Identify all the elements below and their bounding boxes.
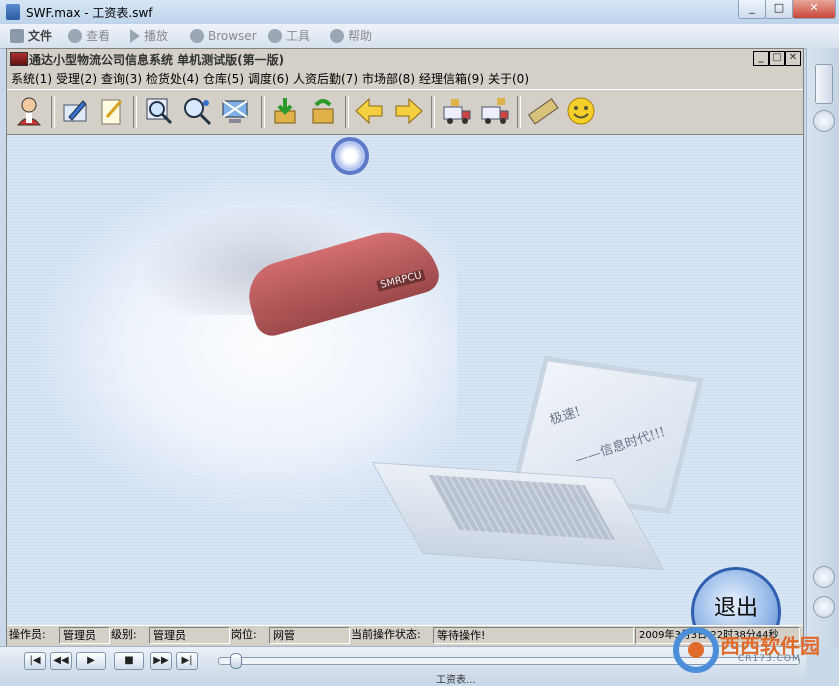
- menu-marketing[interactable]: 市场部(8): [362, 70, 415, 87]
- operator-label: 操作员:: [9, 628, 46, 641]
- rewind-button[interactable]: ◀◀: [50, 652, 72, 670]
- stop-button[interactable]: ■: [114, 652, 144, 670]
- download-box-icon[interactable]: [269, 95, 301, 127]
- menu-file[interactable]: 文件: [10, 28, 52, 44]
- menu-dispatch[interactable]: 调度(6): [248, 70, 289, 87]
- window-titlebar: SWF.max - 工资表.swf _ □ ✕: [0, 0, 839, 24]
- truck-app-icon: [10, 52, 28, 66]
- notepad-icon[interactable]: [95, 95, 127, 127]
- menu-tools[interactable]: 工具: [268, 28, 310, 44]
- truck-load-icon[interactable]: [441, 95, 473, 127]
- menu-accept[interactable]: 受理(2): [56, 70, 97, 87]
- operator-value: 管理员: [59, 627, 110, 644]
- toolbar-separator: [345, 96, 349, 128]
- smiley-icon[interactable]: [565, 95, 597, 127]
- menu-about[interactable]: 关于(0): [488, 70, 529, 87]
- app-window: 通达小型物流公司信息系统 单机测试版(第一版) _ □ ✕ 系统(1) 受理(2…: [6, 48, 804, 646]
- player-menu-toolbar: 文件 查看 播放 Browser 工具 帮助: [0, 24, 839, 49]
- app-toolbar: [7, 89, 803, 135]
- state-label: 当前操作状态:: [351, 628, 421, 641]
- truck-unload-icon[interactable]: [479, 95, 511, 127]
- seek-knob[interactable]: [230, 653, 242, 669]
- menu-query[interactable]: 查询(3): [101, 70, 142, 87]
- maximize-button[interactable]: □: [765, 0, 793, 19]
- main-canvas: SMRPCU 极速! ——信息时代!!! 退出: [7, 135, 803, 625]
- menu-manager-mailbox[interactable]: 经理信箱(9): [419, 70, 484, 87]
- menu-inspection[interactable]: 检货处(4): [146, 70, 199, 87]
- minimize-button[interactable]: _: [738, 0, 766, 19]
- toolbar-separator: [517, 96, 521, 128]
- menu-play[interactable]: 播放: [130, 28, 168, 44]
- network-monitor-icon[interactable]: [219, 95, 251, 127]
- exit-button[interactable]: 退出: [691, 567, 781, 625]
- cd-icon: [331, 137, 369, 175]
- browser-icon: [190, 29, 204, 43]
- toolbar-separator: [261, 96, 265, 128]
- menu-warehouse[interactable]: 仓库(5): [203, 70, 244, 87]
- app-minimize-button[interactable]: _: [753, 51, 769, 66]
- toolbar-separator: [431, 96, 435, 128]
- app-close-button[interactable]: ✕: [785, 51, 801, 66]
- toolbar-separator: [133, 96, 137, 128]
- fast-forward-button[interactable]: ▶▶: [150, 652, 172, 670]
- first-frame-button[interactable]: |◀: [24, 652, 46, 670]
- user-icon[interactable]: [13, 95, 45, 127]
- post-label: 岗位:: [231, 628, 257, 641]
- zoom-reset-icon[interactable]: [813, 110, 835, 132]
- search-people-icon[interactable]: [181, 95, 213, 127]
- back-arrow-icon[interactable]: [353, 95, 385, 127]
- last-frame-button[interactable]: ▶|: [176, 652, 198, 670]
- app-icon: [6, 4, 20, 20]
- app-menubar: 系统(1) 受理(2) 查询(3) 检货处(4) 仓库(5) 调度(6) 人资后…: [7, 68, 803, 88]
- forward-arrow-icon[interactable]: [393, 95, 425, 127]
- refresh-box-icon[interactable]: [307, 95, 339, 127]
- watermark-subtext: CR173.COM: [738, 654, 801, 664]
- state-value: 等待操作!: [433, 627, 634, 644]
- menu-browser[interactable]: Browser: [190, 28, 257, 44]
- app-title: 通达小型物流公司信息系统 单机测试版(第一版): [29, 53, 285, 67]
- toolbar-separator: [51, 96, 55, 128]
- view-icon: [68, 29, 82, 43]
- scrollbar-thumb[interactable]: [815, 64, 833, 104]
- menu-hr-logistics[interactable]: 人资后勤(7): [293, 70, 358, 87]
- menu-view[interactable]: 查看: [68, 28, 110, 44]
- window-title: SWF.max - 工资表.swf: [26, 6, 153, 20]
- magnifier-icon[interactable]: [143, 95, 175, 127]
- scroll-down-icon[interactable]: [813, 596, 835, 618]
- play-button[interactable]: ▶: [76, 652, 106, 670]
- file-icon: [10, 29, 24, 43]
- level-value: 管理员: [149, 627, 230, 644]
- scroll-up-icon[interactable]: [813, 566, 835, 588]
- level-label: 级别:: [111, 628, 137, 641]
- help-icon: [330, 29, 344, 43]
- menu-help[interactable]: 帮助: [330, 28, 372, 44]
- app-maximize-button[interactable]: □: [769, 51, 785, 66]
- app-titlebar: 通达小型物流公司信息系统 单机测试版(第一版) _ □ ✕: [7, 49, 803, 67]
- close-button[interactable]: ✕: [792, 0, 836, 19]
- gear-icon: [268, 29, 282, 43]
- edit-form-icon[interactable]: [59, 95, 91, 127]
- vertical-scrollbar[interactable]: [806, 48, 839, 648]
- menu-system[interactable]: 系统(1): [11, 70, 52, 87]
- play-icon: [130, 29, 140, 43]
- film-icon[interactable]: [527, 95, 559, 127]
- post-value: 网管: [269, 627, 350, 644]
